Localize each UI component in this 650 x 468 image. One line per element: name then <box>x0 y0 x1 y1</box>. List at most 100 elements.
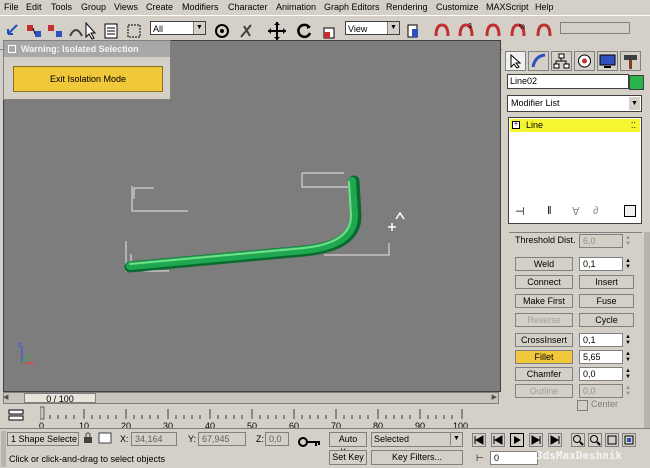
scale-button[interactable] <box>320 20 340 42</box>
time-slider[interactable]: ◀ 0 / 100 ▶ <box>3 392 499 404</box>
zoom-extents-button[interactable] <box>605 433 619 447</box>
tab-motion[interactable] <box>574 51 595 71</box>
exit-isolation-mode-button[interactable]: Exit Isolation Mode <box>13 66 163 92</box>
key-filters-button[interactable]: Key Filters... <box>371 450 463 465</box>
pivot-center-button[interactable] <box>404 20 424 42</box>
select-link-button[interactable] <box>24 20 44 42</box>
y-coordinate-field[interactable]: 67,945 <box>198 432 246 446</box>
select-and-move-button[interactable] <box>212 20 232 42</box>
modifier-list-dropdown[interactable]: Modifier List ▼ <box>507 95 642 112</box>
fillet-button[interactable]: Fillet <box>515 350 573 364</box>
menu-group[interactable]: Group <box>81 2 106 12</box>
menu-graph-editors[interactable]: Graph Editors <box>324 2 380 12</box>
remove-modifier-icon[interactable]: ∂ <box>593 205 598 217</box>
slider-right-arrow-icon[interactable]: ▶ <box>492 393 497 403</box>
pin-stack-icon[interactable]: ⊣ <box>515 205 525 218</box>
close-icon[interactable] <box>8 45 16 53</box>
go-to-end-button[interactable] <box>548 433 562 447</box>
x-coordinate-field[interactable]: 34,164 <box>131 432 177 446</box>
menu-modifiers[interactable]: Modifiers <box>182 2 219 12</box>
weld-spinner[interactable]: 0,1 ▲ ▼ <box>579 257 631 271</box>
move-button[interactable] <box>267 20 287 42</box>
z-coordinate-field[interactable]: 0,0 <box>265 432 289 446</box>
key-mode-dropdown[interactable]: Selected ▼ <box>371 432 463 447</box>
make-unique-icon[interactable]: ∀ <box>572 205 580 218</box>
reverse-button[interactable]: Reverse <box>515 313 573 327</box>
threshold-spinner[interactable]: 6,0 ▲ ▼ <box>579 234 631 248</box>
undo-button[interactable] <box>3 20 23 42</box>
expand-icon[interactable]: + <box>512 121 520 129</box>
play-button[interactable] <box>510 433 524 447</box>
center-checkbox[interactable] <box>577 400 588 411</box>
menu-maxscript[interactable]: MAXScript <box>486 2 529 12</box>
selection-filter-dropdown[interactable]: All ▼ <box>150 21 206 35</box>
menu-edit[interactable]: Edit <box>26 2 42 12</box>
spinner-snap-button[interactable] <box>534 20 554 42</box>
zoom-button[interactable] <box>571 433 585 447</box>
spinner-arrows-icon[interactable]: ▲ ▼ <box>624 351 632 363</box>
make-first-button[interactable]: Make First <box>515 294 573 308</box>
reference-coordinate-dropdown[interactable]: View ▼ <box>345 21 400 35</box>
percent-snap-button[interactable]: % <box>508 20 528 42</box>
menu-views[interactable]: Views <box>114 2 138 12</box>
set-key-mode-button[interactable] <box>298 434 322 450</box>
angle-snap-button[interactable] <box>483 20 503 42</box>
spinner-arrows-icon[interactable]: ▲ ▼ <box>624 334 632 346</box>
insert-button[interactable]: Insert <box>579 275 634 289</box>
slider-left-arrow-icon[interactable]: ◀ <box>3 393 8 403</box>
region-select-button[interactable] <box>124 20 144 42</box>
set-key-button[interactable]: Set Key <box>329 450 367 465</box>
auto-key-button[interactable]: Auto Key <box>329 432 367 457</box>
chamfer-button[interactable]: Chamfer <box>515 367 573 381</box>
stack-item-line[interactable]: + Line ⁚⁚ <box>510 119 640 132</box>
object-name-field[interactable]: Line02 <box>507 74 629 89</box>
weld-button[interactable]: Weld <box>515 257 573 271</box>
cross-insert-spinner[interactable]: 0,1 ▲ ▼ <box>579 333 631 347</box>
show-end-result-icon[interactable]: ‖ <box>547 205 552 217</box>
menu-create[interactable]: Create <box>146 2 173 12</box>
unlink-button[interactable] <box>45 20 65 42</box>
fuse-button[interactable]: Fuse <box>579 294 634 308</box>
menu-character[interactable]: Character <box>228 2 268 12</box>
cycle-button[interactable]: Cycle <box>579 313 634 327</box>
tab-create[interactable] <box>505 51 526 71</box>
object-color-swatch[interactable] <box>629 75 644 90</box>
tab-display[interactable] <box>597 51 618 71</box>
select-object-button[interactable] <box>80 20 100 42</box>
menu-customize[interactable]: Customize <box>436 2 479 12</box>
zoom-all-button[interactable] <box>588 433 602 447</box>
fillet-spinner[interactable]: 5,65 ▲ ▼ <box>579 350 631 364</box>
spinner-arrows-icon[interactable]: ▲ ▼ <box>624 258 632 270</box>
zoom-extents-all-button[interactable] <box>622 433 636 447</box>
lock-selection-button[interactable] <box>83 432 93 444</box>
select-manipulate-button[interactable] <box>432 20 452 42</box>
go-to-start-button[interactable] <box>472 433 486 447</box>
time-config-icon[interactable]: ⊢ <box>476 453 484 464</box>
named-selection-sets-dropdown[interactable] <box>560 22 630 34</box>
chamfer-spinner[interactable]: 0,0 ▲ ▼ <box>579 367 631 381</box>
next-frame-button[interactable] <box>529 433 543 447</box>
previous-frame-button[interactable] <box>491 433 505 447</box>
absolute-mode-button[interactable] <box>98 432 112 444</box>
panel-scrollbar[interactable] <box>644 232 650 428</box>
outline-button[interactable]: Outline <box>515 384 573 398</box>
outline-spinner[interactable]: 0,0 ▲ ▼ <box>579 384 631 398</box>
tab-utilities[interactable] <box>620 51 641 71</box>
tab-hierarchy[interactable] <box>551 51 572 71</box>
time-slider-thumb[interactable]: 0 / 100 <box>24 393 96 404</box>
menu-rendering[interactable]: Rendering <box>386 2 428 12</box>
current-frame-field[interactable]: 0 <box>490 451 538 465</box>
cross-insert-button[interactable]: CrossInsert <box>515 333 573 347</box>
connect-button[interactable]: Connect <box>515 275 573 289</box>
rotate-button[interactable] <box>294 20 314 42</box>
snap-toggle-button[interactable]: 3 <box>456 20 476 42</box>
track-bar[interactable]: 0 10 20 30 40 50 60 70 80 90 100 <box>0 405 470 431</box>
spinner-arrows-icon[interactable]: ▲ ▼ <box>624 235 632 247</box>
menu-tools[interactable]: Tools <box>51 2 72 12</box>
configure-modifier-sets-icon[interactable] <box>624 205 636 217</box>
dialog-title-bar[interactable]: Warning: Isolated Selection <box>4 41 170 57</box>
tab-modify[interactable] <box>528 51 549 71</box>
menu-animation[interactable]: Animation <box>276 2 316 12</box>
spinner-arrows-icon[interactable]: ▲ ▼ <box>624 385 632 397</box>
spinner-arrows-icon[interactable]: ▲ ▼ <box>624 368 632 380</box>
